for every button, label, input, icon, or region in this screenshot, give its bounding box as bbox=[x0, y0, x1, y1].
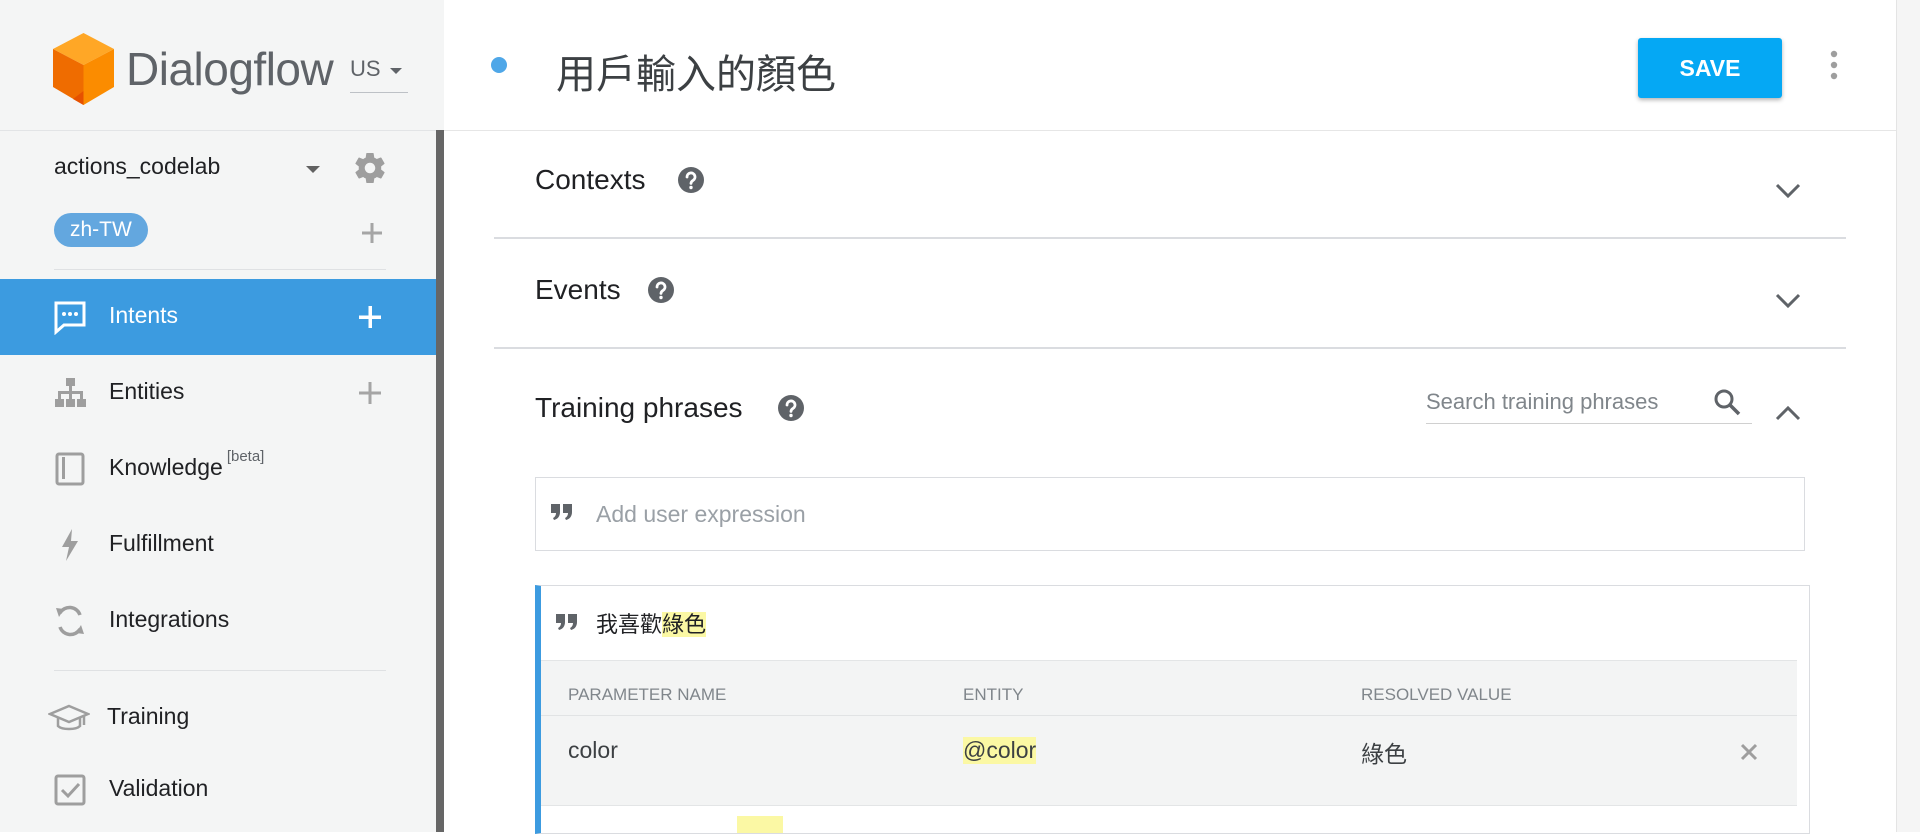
quote-icon bbox=[556, 614, 577, 630]
integrations-icon bbox=[56, 605, 84, 637]
column-header-resolved-value: RESOLVED VALUE bbox=[1361, 685, 1512, 704]
gear-icon[interactable] bbox=[352, 150, 388, 186]
contexts-heading[interactable]: Contexts bbox=[535, 164, 646, 196]
sidebar-item-integrations[interactable]: Integrations bbox=[0, 583, 436, 659]
right-rail bbox=[1896, 0, 1920, 832]
sidebar-item-knowledge[interactable]: Knowledge [beta] bbox=[0, 431, 436, 507]
search-input[interactable] bbox=[1426, 383, 1696, 421]
fulfillment-icon bbox=[62, 529, 78, 561]
next-training-phrase-row[interactable] bbox=[541, 806, 1803, 833]
add-language-icon[interactable] bbox=[358, 219, 386, 247]
add-user-expression bbox=[535, 477, 1805, 551]
intent-title[interactable]: 用戶輸入的顏色 bbox=[556, 42, 836, 100]
training-phrase-text[interactable]: 我喜歡綠色 bbox=[596, 607, 707, 639]
training-icon bbox=[48, 704, 90, 731]
divider bbox=[54, 670, 386, 671]
intent-header: 用戶輸入的顏色 SAVE bbox=[444, 0, 1896, 131]
sidebar-item-label: Integrations bbox=[109, 606, 230, 632]
add-expression-input[interactable] bbox=[596, 494, 1776, 534]
column-header-entity: ENTITY bbox=[963, 685, 1024, 704]
beta-badge: [beta] bbox=[226, 448, 265, 465]
annotated-entity-highlight bbox=[737, 816, 783, 833]
save-button[interactable]: SAVE bbox=[1638, 38, 1782, 98]
region-select[interactable]: US bbox=[350, 56, 408, 93]
intents-icon bbox=[54, 301, 86, 335]
sidebar-item-label: Intents bbox=[109, 302, 179, 328]
events-heading[interactable]: Events bbox=[535, 274, 621, 306]
sidebar-item-training[interactable]: Training bbox=[0, 680, 436, 756]
help-icon[interactable] bbox=[777, 394, 805, 422]
phrase-plain-text: 我喜歡 bbox=[596, 612, 663, 637]
sidebar-item-label: Knowledge [beta] bbox=[109, 448, 265, 480]
sidebar-item-label: Entities bbox=[109, 378, 185, 404]
chevron-down-icon[interactable] bbox=[1772, 174, 1804, 206]
sidebar-item-label: Training bbox=[107, 703, 190, 729]
language-badge[interactable]: zh-TW bbox=[54, 213, 148, 247]
training-phrase-card: 我喜歡綠色 PARAMETER NAME ENTITY RESOLVED VAL… bbox=[535, 585, 1810, 834]
logo-text: Dialogflow bbox=[126, 43, 334, 95]
sidebar-item-validation[interactable]: Validation bbox=[0, 752, 436, 828]
dialogflow-logo-icon bbox=[53, 33, 114, 105]
table-divider bbox=[541, 715, 1797, 716]
training-phrases-heading[interactable]: Training phrases bbox=[535, 392, 743, 424]
search-icon[interactable] bbox=[1712, 387, 1742, 417]
parameter-name-cell[interactable]: color bbox=[568, 737, 618, 764]
help-icon[interactable] bbox=[647, 276, 675, 304]
sidebar-item-entities[interactable]: Entities bbox=[0, 355, 436, 431]
sidebar-item-label: Validation bbox=[109, 775, 209, 801]
sidebar-item-label: Fulfillment bbox=[109, 530, 214, 556]
more-vert-icon[interactable] bbox=[1824, 48, 1844, 82]
entity-cell[interactable]: @color bbox=[963, 737, 1037, 764]
knowledge-icon bbox=[55, 452, 85, 486]
help-icon[interactable] bbox=[677, 166, 705, 194]
resolved-value-cell[interactable]: 綠色 bbox=[1361, 735, 1407, 769]
search-training-phrases bbox=[1426, 383, 1752, 424]
close-icon[interactable] bbox=[1738, 741, 1760, 763]
sidebar-scrollbar[interactable] bbox=[436, 130, 444, 832]
sidebar-item-fulfillment[interactable]: Fulfillment bbox=[0, 507, 436, 583]
add-intent-icon[interactable] bbox=[356, 303, 384, 331]
add-entity-icon[interactable] bbox=[356, 379, 384, 407]
caret-down-icon bbox=[390, 68, 402, 74]
section-divider bbox=[494, 237, 1846, 239]
entities-icon bbox=[55, 378, 86, 407]
validation-icon bbox=[54, 774, 86, 806]
status-dot bbox=[491, 57, 507, 73]
intent-editor: Contexts Events Training phrases Search … bbox=[444, 131, 1896, 834]
annotated-entity-text[interactable]: 綠色 bbox=[662, 612, 707, 637]
sidebar: Dialogflow US actions_codelab zh-TW Inte… bbox=[0, 0, 444, 832]
training-phrase-row[interactable]: 我喜歡綠色 bbox=[541, 586, 1803, 660]
region-label: US bbox=[350, 56, 381, 81]
sidebar-item-intents[interactable]: Intents bbox=[0, 279, 436, 355]
agent-dropdown-icon[interactable] bbox=[306, 166, 320, 173]
divider bbox=[54, 269, 386, 270]
agent-name[interactable]: actions_codelab bbox=[54, 153, 220, 180]
chevron-up-icon[interactable] bbox=[1772, 398, 1804, 430]
logo-area: Dialogflow US bbox=[0, 0, 444, 131]
quote-icon bbox=[551, 504, 572, 520]
chevron-down-icon[interactable] bbox=[1772, 284, 1804, 316]
section-divider bbox=[494, 347, 1846, 349]
column-header-parameter-name: PARAMETER NAME bbox=[568, 685, 727, 704]
parameter-table: PARAMETER NAME ENTITY RESOLVED VALUE col… bbox=[541, 660, 1797, 806]
